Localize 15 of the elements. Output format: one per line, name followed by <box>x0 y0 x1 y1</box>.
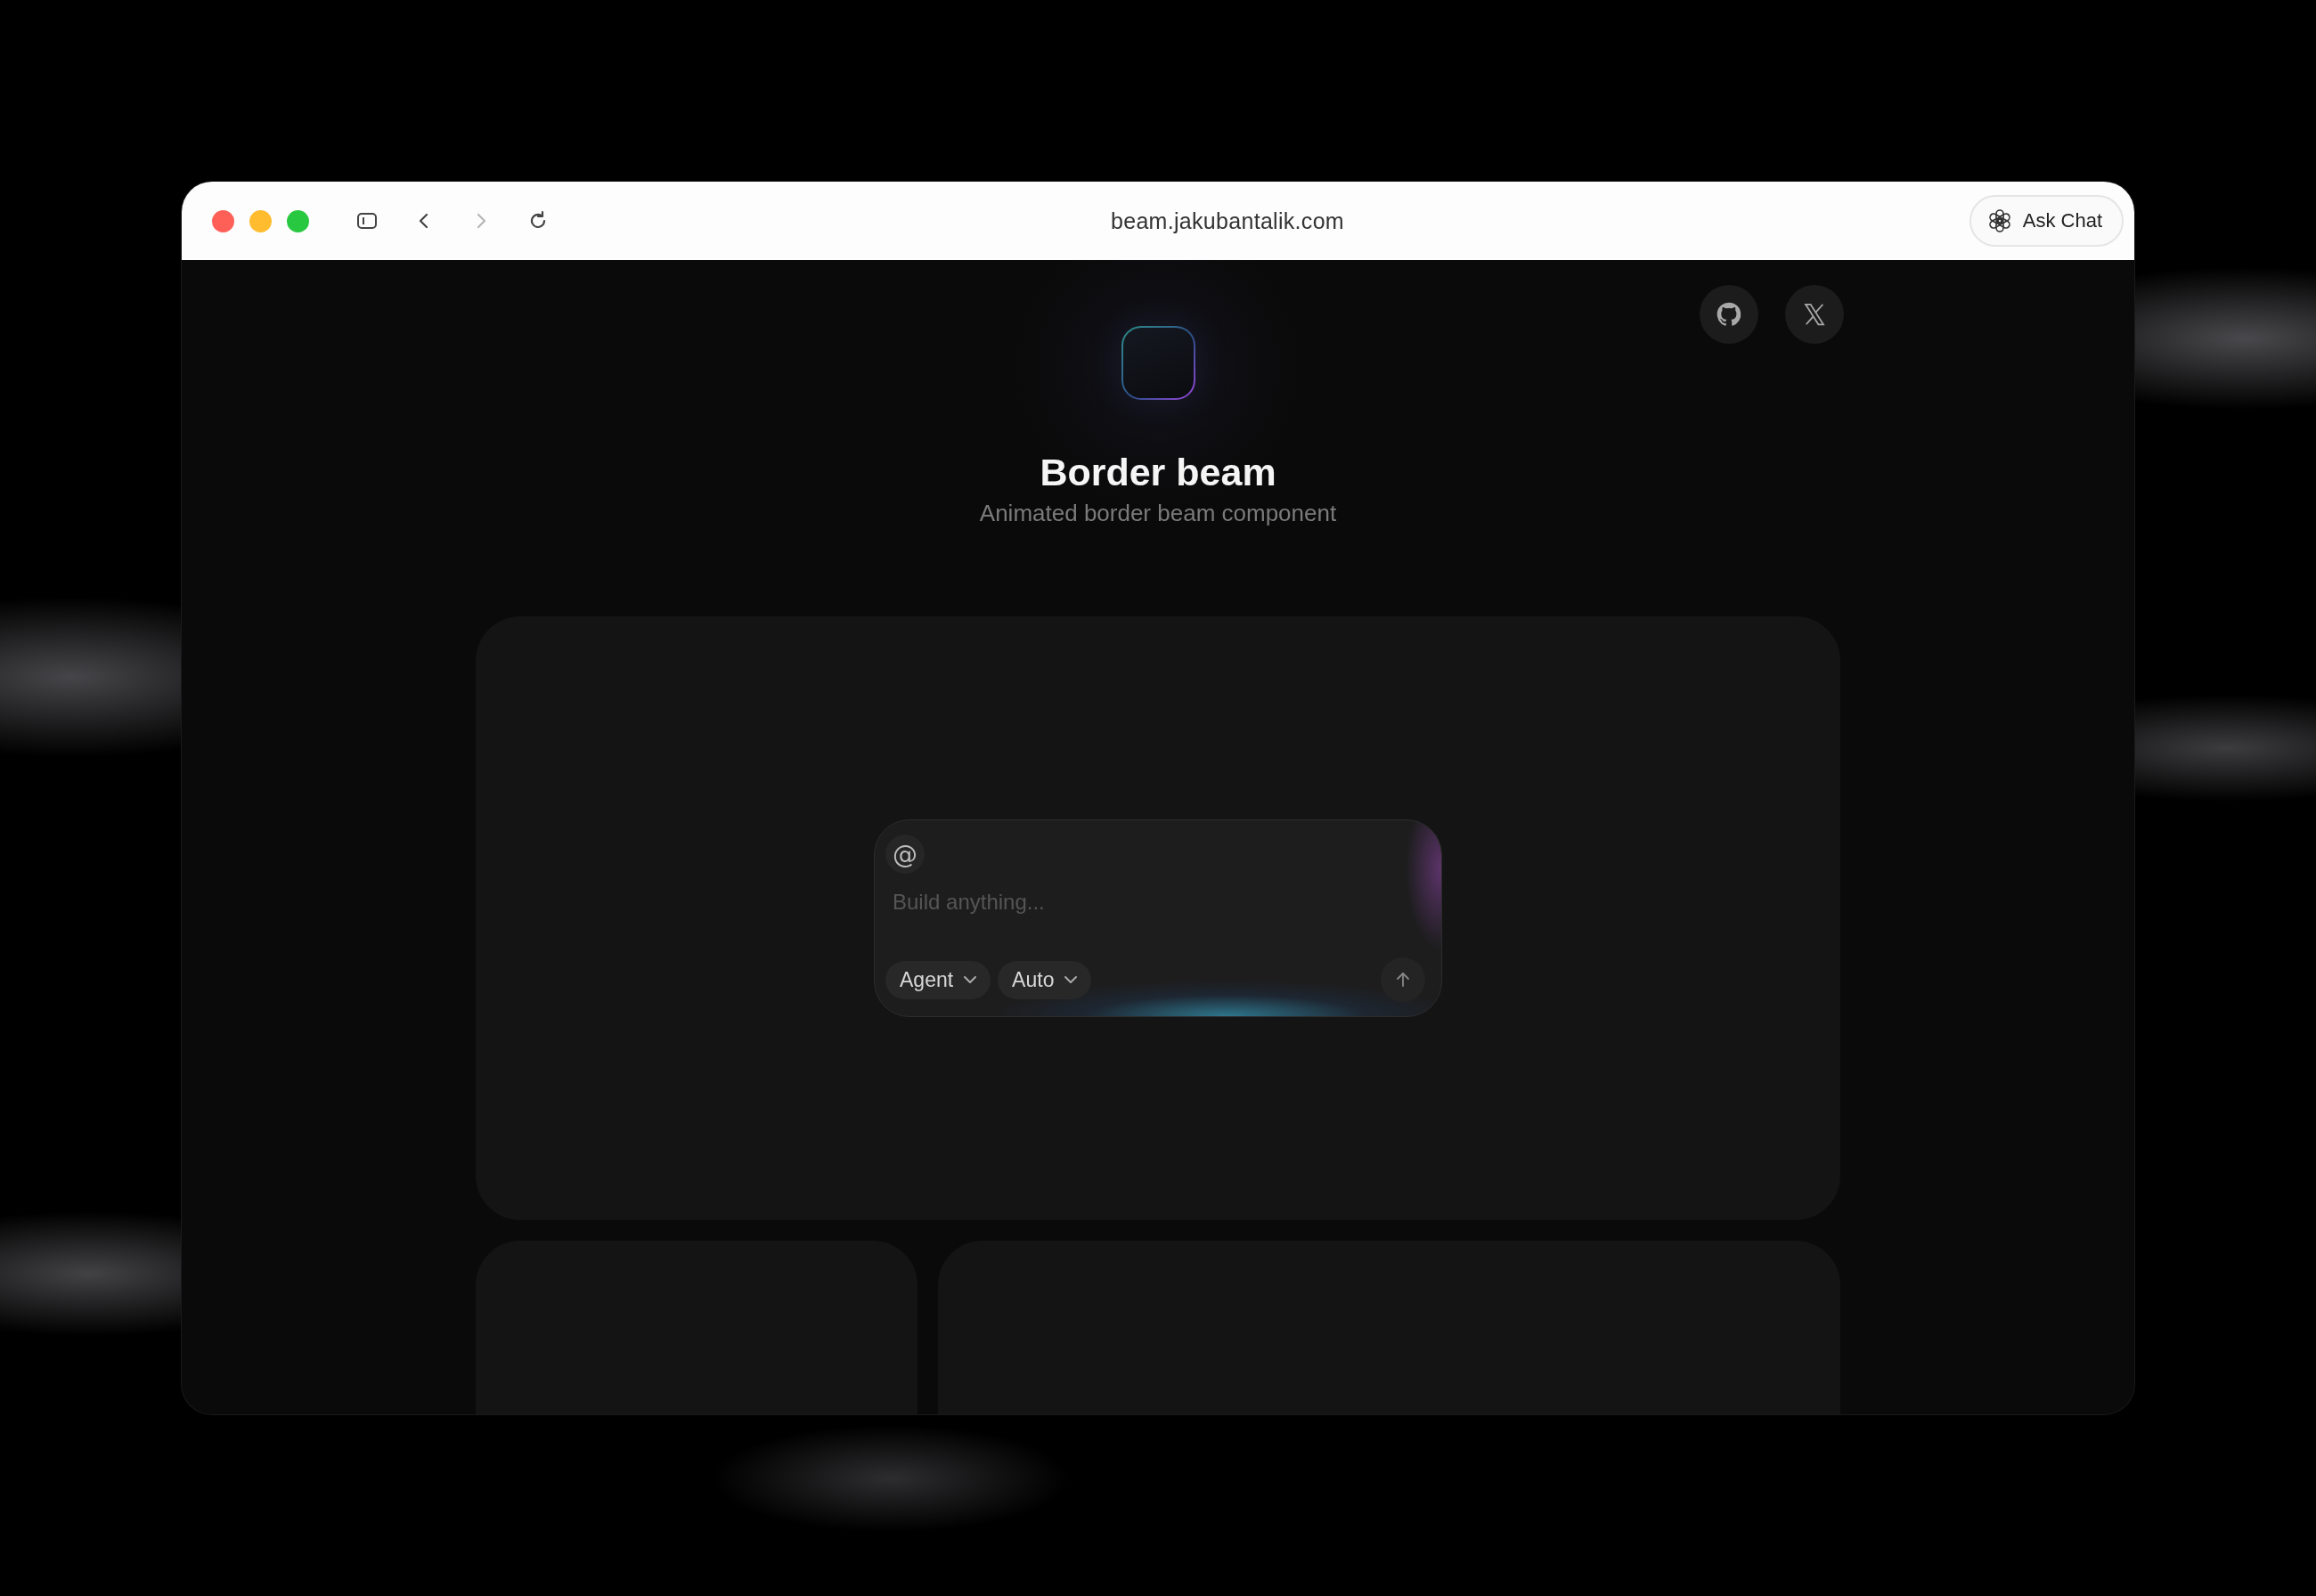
mention-button[interactable]: @ <box>885 835 925 874</box>
chevron-down-icon <box>962 974 979 985</box>
cat-silhouette-icon <box>1715 300 1743 329</box>
dropdown-button[interactable]: Agent <box>885 960 991 999</box>
page-subtitle: Animated border beam component <box>979 499 1337 527</box>
arrow-up-icon <box>1394 971 1412 989</box>
prompt-input[interactable]: Build anything... <box>893 890 1249 915</box>
ask-chat-button[interactable]: Ask Chat <box>1969 195 2124 247</box>
app-logo-icon <box>1121 326 1195 400</box>
hexagonal-knot-icon <box>1986 208 2012 233</box>
close-button[interactable] <box>212 209 234 232</box>
address-bar-url[interactable]: beam.jakubantalik.com <box>1111 182 1344 260</box>
chevron-down-icon <box>1063 974 1080 985</box>
page-title: Border beam <box>1040 450 1276 495</box>
dropdown-button[interactable]: Auto <box>998 960 1092 999</box>
